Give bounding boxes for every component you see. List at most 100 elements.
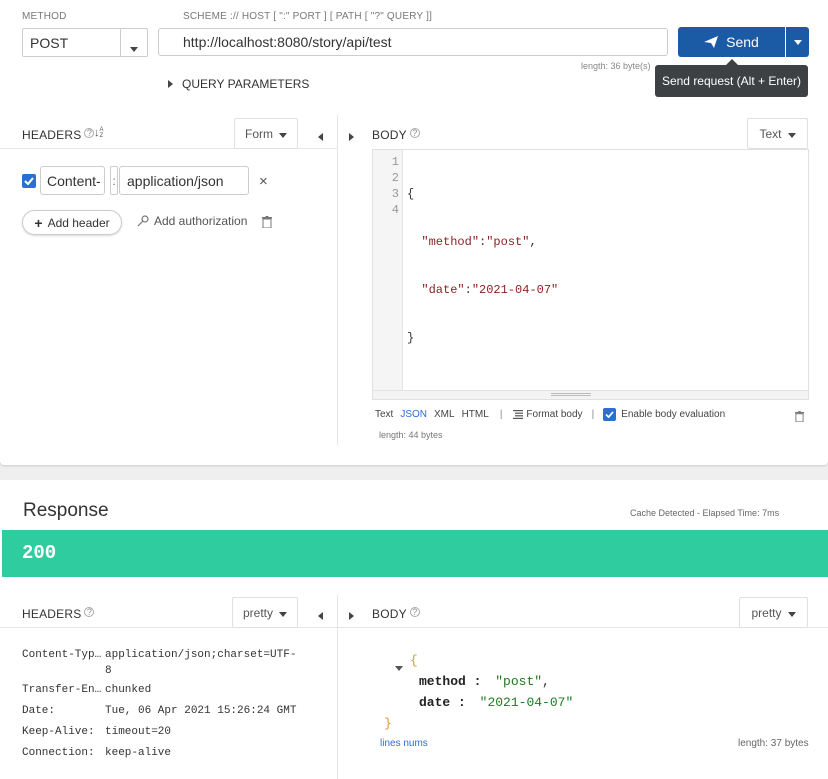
code-line: } [407,330,558,346]
json-comma: , [542,674,550,689]
line-numbers: 1 2 3 4 [392,154,399,218]
sort-az-icon[interactable]: ↓ A Z [94,127,106,139]
send-icon [704,36,719,48]
collapse-left-icon[interactable] [318,608,323,623]
response-body-length: length: 37 bytes [738,738,809,749]
response-header-name: Keep-Alive: [22,726,95,738]
response-meta: Cache Detected - Elapsed Time: 7ms [630,508,780,518]
body-title-text: BODY [372,128,407,142]
help-icon[interactable]: ? [409,128,420,138]
send-button[interactable]: Send [678,27,785,57]
response-json-viewer: { method : "post", date : "2021-04-07" } [384,650,573,734]
format-html[interactable]: HTML [462,409,489,420]
json-colon: : [465,674,482,689]
method-select[interactable]: POST [22,28,148,57]
json-key: "method" [421,235,480,249]
response-header-name: Date: [22,705,56,717]
json-entry: method : "post", [419,671,573,692]
json-key: method [419,674,466,689]
header-enabled-checkbox[interactable] [22,174,36,188]
chevron-down-icon [279,606,287,620]
line-number: 1 [391,155,399,169]
help-icon[interactable]: ? [84,607,95,617]
format-body-label: Format body [526,409,583,420]
url-input[interactable] [158,28,668,56]
enable-eval-checkbox[interactable] [603,408,617,421]
json-value: "post" [486,235,530,249]
help-icon[interactable]: ? [409,607,420,617]
response-header-value-line: 8 [105,665,112,677]
response-body-mode-value: pretty [751,605,782,620]
editor-gutter: 1 2 3 4 [373,150,403,399]
code-line: { [407,186,558,202]
divider: | [499,409,503,420]
json-key: "date" [421,283,465,297]
format-body-button[interactable]: Format body [513,409,583,420]
key-icon [137,215,149,227]
sort-letters: A Z [99,127,104,139]
response-headers-list: Content-Typ… application/json;charset=UT… [22,645,305,764]
add-authorization-button[interactable]: Add authorization [137,214,247,228]
send-options-button[interactable] [786,27,809,57]
header-value-input[interactable]: application/json [119,166,249,195]
editor-content: { "method":"post", "date":"2021-04-07" } [407,154,558,378]
enable-eval-label: Enable body evaluation [621,409,726,420]
help-icon[interactable]: ? [84,128,95,138]
query-parameters-toggle[interactable]: QUERY PARAMETERS [168,76,309,91]
collapse-left-icon[interactable] [318,129,323,144]
remove-header-icon[interactable]: × [259,173,268,190]
expand-right-icon[interactable] [349,129,354,144]
trash-icon[interactable] [262,216,272,231]
response-headers-mode-value: pretty [242,605,273,620]
method-label: METHOD [22,11,67,22]
json-open-brace: { [410,653,418,668]
format-xml[interactable]: XML [434,409,455,420]
format-text[interactable]: Text [375,409,393,420]
add-header-button[interactable]: + Add header [22,210,122,235]
lines-nums-link[interactable]: lines nums [380,738,428,749]
status-code: 200 [22,542,57,564]
json-entry: date : "2021-04-07" [419,692,573,713]
body-mode-value: Text [759,126,782,141]
collapse-json-icon[interactable] [395,657,403,678]
editor-resize-handle[interactable] [373,390,808,399]
response-title: Response [23,500,109,521]
response-header-row: Transfer-En… chunked [22,680,305,701]
chevron-down-icon [787,606,796,620]
response-header-value: chunked [105,684,152,696]
headers-title-text: HEADERS [22,128,82,142]
colon: : [464,283,472,297]
line-number: 4 [391,203,399,217]
chevron-down-icon [279,127,287,141]
method-value: POST [30,35,69,51]
query-parameters-label: QUERY PARAMETERS [182,76,310,91]
headers-title: HEADERS ? [22,128,95,142]
body-format-bar: Text JSON XML HTML | Format body | Enabl… [375,408,725,421]
format-json[interactable]: JSON [400,409,427,420]
trash-icon[interactable] [795,410,804,425]
brace: { [407,187,415,201]
response-body-mode-select[interactable]: pretty [739,597,808,628]
expand-right-icon[interactable] [349,608,354,623]
headers-mode-select[interactable]: Form [234,118,298,149]
body-editor[interactable]: 1 2 3 4 { "method":"post", "date":"2021-… [372,149,809,400]
response-header-name: Content-Typ… [22,649,102,661]
response-headers-title-text: HEADERS [22,607,82,621]
enable-body-evaluation[interactable]: Enable body evaluation [603,408,725,421]
send-tooltip: Send request (Alt + Enter) [655,65,808,97]
response-headers-title: HEADERS ? [22,607,95,621]
divider: | [591,409,595,420]
response-header-row: Content-Typ… application/json;charset=UT… [22,645,305,679]
header-name-input[interactable]: Content- [40,166,105,195]
response-headers-mode-select[interactable]: pretty [232,597,298,628]
json-value: "2021-04-07" [479,695,574,710]
json-key: date [419,695,451,710]
header-separator: : [110,166,118,195]
response-header-name: Transfer-En… [22,684,102,696]
body-mode-select[interactable]: Text [747,118,808,149]
json-close-brace: } [384,716,392,731]
chevron-right-icon [168,76,173,91]
response-header-value: timeout=20 [105,726,172,738]
response-header-value-line: application/json;charset=UTF- [105,649,297,661]
response-body-title-text: BODY [372,607,407,621]
